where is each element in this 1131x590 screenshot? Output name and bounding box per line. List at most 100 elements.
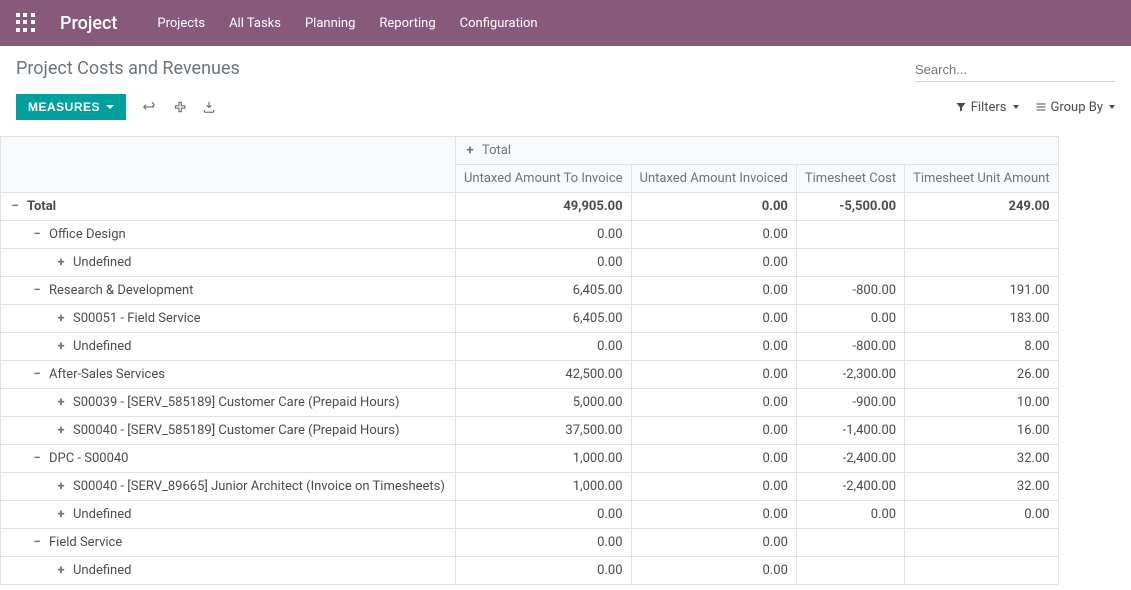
table-row: +Undefined0.000.000.000.00	[1, 501, 1059, 529]
cell-value	[905, 529, 1059, 557]
measures-button[interactable]: MEASURES	[16, 94, 126, 120]
plus-icon[interactable]: +	[55, 507, 67, 522]
cell-value: 0.00	[796, 501, 904, 529]
group-by-button[interactable]: Group By	[1035, 100, 1116, 115]
nav-all-tasks[interactable]: All Tasks	[229, 16, 281, 31]
cell-value: -5,500.00	[796, 193, 904, 221]
row-label-text: After-Sales Services	[49, 367, 165, 382]
cell-value: 0.00	[631, 557, 796, 585]
row-label[interactable]: +Undefined	[1, 557, 456, 585]
caret-down-icon	[1109, 105, 1115, 109]
top-navbar: Project Projects All Tasks Planning Repo…	[0, 0, 1131, 46]
row-label[interactable]: + Undefined	[1, 249, 456, 277]
row-label-text: Undefined	[73, 339, 131, 354]
row-label-text: Undefined	[73, 255, 131, 270]
cell-value: 0.00	[456, 333, 632, 361]
measures-label: MEASURES	[28, 100, 100, 114]
cell-value	[905, 557, 1059, 585]
minus-icon[interactable]: −	[31, 367, 43, 382]
row-label[interactable]: + S00040 - [SERV_585189] Customer Care (P…	[1, 417, 456, 445]
filters-button[interactable]: Filters	[955, 100, 1019, 115]
nav-projects[interactable]: Projects	[157, 16, 205, 31]
plus-icon[interactable]: +	[55, 395, 67, 410]
plus-icon[interactable]: +	[55, 423, 67, 438]
funnel-icon	[955, 101, 967, 113]
cell-value	[796, 529, 904, 557]
row-label[interactable]: +S00051 - Field Service	[1, 305, 456, 333]
row-label[interactable]: −Total	[1, 193, 456, 221]
cell-value: 16.00	[905, 417, 1059, 445]
cell-value: -800.00	[796, 277, 904, 305]
row-label-text: Field Service	[49, 535, 122, 550]
table-row: +S00040 - [SERV_89665] Junior Architect …	[1, 473, 1059, 501]
cell-value: 49,905.00	[456, 193, 632, 221]
cell-value: -2,400.00	[796, 445, 904, 473]
cell-value: 8.00	[905, 333, 1059, 361]
row-label[interactable]: −Field Service	[1, 529, 456, 557]
minus-icon[interactable]: −	[31, 227, 43, 242]
col-timesheet-cost[interactable]: Timesheet Cost	[796, 165, 904, 193]
download-icon[interactable]	[202, 100, 216, 114]
plus-icon[interactable]: +	[55, 563, 67, 578]
toolbar: MEASURES Filters Group By	[0, 82, 1131, 136]
brand-title: Project	[60, 13, 117, 34]
cell-value: 0.00	[631, 305, 796, 333]
col-timesheet-unit[interactable]: Timesheet Unit Amount	[905, 165, 1059, 193]
cell-value: 0.00	[456, 501, 632, 529]
table-row: +S00039 - [SERV_585189] Customer Care (P…	[1, 389, 1059, 417]
expand-all-icon[interactable]	[172, 100, 186, 114]
col-untaxed-to-invoice[interactable]: Untaxed Amount To Invoice	[456, 165, 632, 193]
row-label[interactable]: +S00039 - [SERV_585189] Customer Care (P…	[1, 389, 456, 417]
flip-axis-icon[interactable]	[142, 100, 156, 114]
row-label[interactable]: −After-Sales Services	[1, 361, 456, 389]
row-label[interactable]: +S00040 - [SERV_89665] Junior Architect …	[1, 473, 456, 501]
minus-icon[interactable]: −	[31, 535, 43, 550]
cell-value: 5,000.00	[456, 389, 632, 417]
pivot-table: +Total Untaxed Amount To Invoice Untaxed…	[0, 136, 1059, 585]
cell-value: 1,000.00	[456, 473, 632, 501]
nav-reporting[interactable]: Reporting	[379, 16, 435, 31]
search-input[interactable]	[915, 58, 1115, 82]
cell-value	[905, 221, 1059, 249]
row-label[interactable]: + Undefined	[1, 501, 456, 529]
cell-value: 183.00	[905, 305, 1059, 333]
row-label-text: S00040 - [SERV_585189] Customer Care (Pr…	[73, 423, 400, 438]
row-label[interactable]: −Research & Development	[1, 277, 456, 305]
table-row: −DPC - S000401,000.000.00-2,400.0032.00	[1, 445, 1059, 473]
col-group-total[interactable]: +Total	[456, 137, 1059, 165]
plus-icon[interactable]: +	[55, 339, 67, 354]
minus-icon[interactable]: −	[31, 451, 43, 466]
cell-value: 26.00	[905, 361, 1059, 389]
row-label-text: Research & Development	[49, 283, 193, 298]
table-row: −Research & Development6,405.000.00-800.…	[1, 277, 1059, 305]
cell-value: 32.00	[905, 445, 1059, 473]
cell-value: 0.00	[631, 193, 796, 221]
plus-icon[interactable]: +	[464, 143, 476, 158]
table-row: −Total49,905.000.00-5,500.00249.00	[1, 193, 1059, 221]
plus-icon[interactable]: +	[55, 255, 67, 270]
row-label-text: DPC - S00040	[49, 451, 129, 466]
plus-icon[interactable]: +	[55, 479, 67, 494]
cell-value: -2,400.00	[796, 473, 904, 501]
nav-configuration[interactable]: Configuration	[460, 16, 538, 31]
minus-icon[interactable]: −	[31, 283, 43, 298]
apps-icon[interactable]	[16, 13, 36, 33]
cell-value	[796, 221, 904, 249]
group-by-label: Group By	[1051, 100, 1104, 115]
cell-value: 10.00	[905, 389, 1059, 417]
plus-icon[interactable]: +	[55, 311, 67, 326]
col-untaxed-invoiced[interactable]: Untaxed Amount Invoiced	[631, 165, 796, 193]
row-label[interactable]: −Office Design	[1, 221, 456, 249]
table-row: −Office Design0.000.00	[1, 221, 1059, 249]
row-label[interactable]: −DPC - S00040	[1, 445, 456, 473]
cell-value: 0.00	[796, 305, 904, 333]
cell-value: 0.00	[631, 529, 796, 557]
table-row: +S00051 - Field Service6,405.000.000.001…	[1, 305, 1059, 333]
row-label-text: Undefined	[73, 507, 131, 522]
cell-value	[796, 249, 904, 277]
cell-value: 0.00	[631, 417, 796, 445]
nav-planning[interactable]: Planning	[305, 16, 355, 31]
cell-value: 1,000.00	[456, 445, 632, 473]
row-label[interactable]: + Undefined	[1, 333, 456, 361]
minus-icon[interactable]: −	[9, 199, 21, 214]
